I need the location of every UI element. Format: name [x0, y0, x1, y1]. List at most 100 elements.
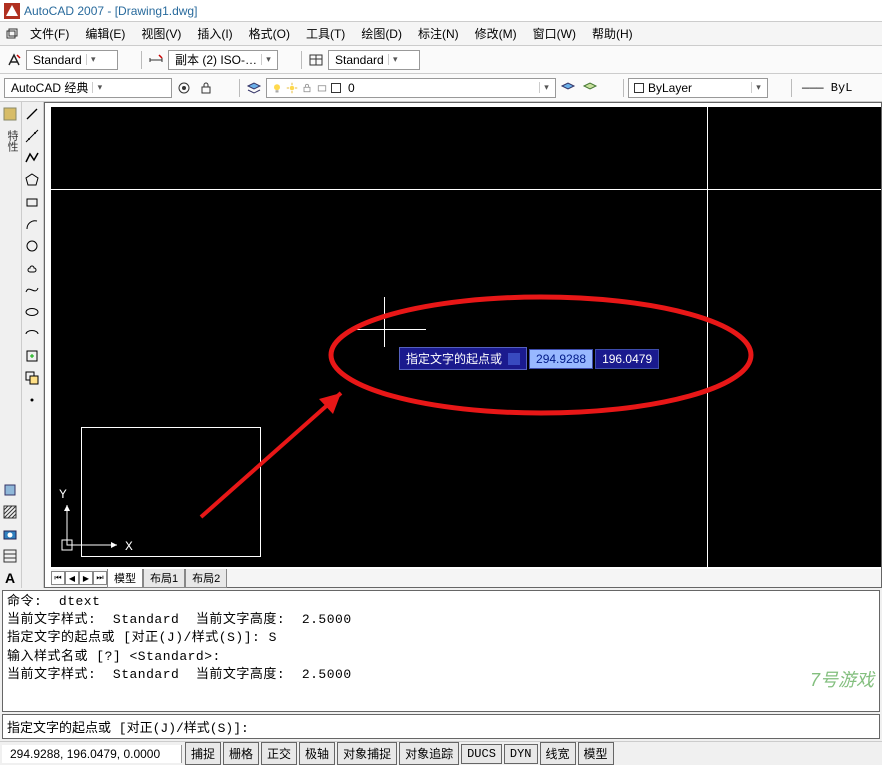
menu-edit[interactable]: 编辑(E)	[77, 22, 133, 45]
grid-toggle[interactable]: 栅格	[223, 742, 259, 765]
table-style-dropdown[interactable]: Standard ▾	[328, 50, 420, 70]
auto-hide-icon[interactable]	[0, 480, 20, 500]
menu-tools[interactable]: 工具(T)	[298, 22, 353, 45]
tab-layout1[interactable]: 布局1	[143, 569, 185, 588]
tab-nav: ⏮ ◀ ▶ ⏭	[51, 571, 107, 585]
command-input-text: 指定文字的起点或 [对正(J)/样式(S)]:	[7, 721, 249, 736]
tab-model[interactable]: 模型	[107, 569, 143, 588]
cmd-line: 当前文字样式: Standard 当前文字高度: 2.5000	[7, 611, 875, 629]
menu-dimension[interactable]: 标注(N)	[410, 22, 467, 45]
properties-icon[interactable]	[0, 546, 20, 566]
line-tool-icon[interactable]	[22, 104, 42, 124]
x-coord-input[interactable]: 294.9288	[529, 349, 593, 369]
ortho-toggle[interactable]: 正交	[261, 742, 297, 765]
table-style-icon[interactable]	[306, 50, 326, 70]
y-coord-input[interactable]: 196.0479	[595, 349, 659, 369]
table-style-value: Standard	[331, 53, 388, 67]
plot-icon	[316, 82, 328, 94]
tab-first-icon[interactable]: ⏮	[51, 571, 65, 585]
menu-insert[interactable]: 插入(I)	[189, 22, 240, 45]
tab-prev-icon[interactable]: ◀	[65, 571, 79, 585]
circle-tool-icon[interactable]	[22, 236, 42, 256]
hatch-icon[interactable]	[0, 502, 20, 522]
point-tool-icon[interactable]	[22, 390, 42, 410]
menu-file[interactable]: 文件(F)	[22, 22, 77, 45]
dim-style-dropdown[interactable]: 副本 (2) ISO-… ▾	[168, 50, 278, 70]
tab-last-icon[interactable]: ⏭	[93, 571, 107, 585]
workspace-settings-icon[interactable]	[174, 78, 194, 98]
construction-line-icon[interactable]	[22, 126, 42, 146]
cmd-line: 指定文字的起点或 [对正(J)/样式(S)]: S	[7, 629, 875, 647]
guide-v	[707, 107, 708, 567]
otrack-toggle[interactable]: 对象追踪	[399, 742, 459, 765]
dim-style-value: 副本 (2) ISO-…	[171, 51, 261, 68]
guide-h	[51, 189, 881, 190]
command-history[interactable]: 命令: dtext 当前文字样式: Standard 当前文字高度: 2.500…	[2, 590, 880, 712]
drawing-canvas[interactable]: Y X 指定文字的起点或 294.9288 196.0479	[51, 107, 881, 567]
prompt-menu-icon[interactable]	[508, 353, 520, 365]
color-dropdown[interactable]: ByLayer ▾	[628, 78, 768, 98]
layers-icon[interactable]	[244, 78, 264, 98]
layer-state-icon[interactable]	[580, 78, 600, 98]
ducs-toggle[interactable]: DUCS	[461, 744, 502, 764]
crosshair-v	[384, 297, 385, 347]
menu-format[interactable]: 格式(O)	[241, 22, 298, 45]
make-block-icon[interactable]	[22, 368, 42, 388]
canvas-area: Y X 指定文字的起点或 294.9288 196.0479	[44, 102, 882, 588]
palette-icon[interactable]	[0, 104, 20, 124]
rectangle-tool-icon[interactable]	[22, 192, 42, 212]
command-input[interactable]: 指定文字的起点或 [对正(J)/样式(S)]:	[2, 714, 880, 739]
layout-tab-bar: ⏮ ◀ ▶ ⏭ 模型 布局1 布局2	[51, 569, 881, 587]
model-toggle[interactable]: 模型	[578, 742, 614, 765]
polar-toggle[interactable]: 极轴	[299, 742, 335, 765]
snap-toggle[interactable]: 捕捉	[185, 742, 221, 765]
tab-layout2[interactable]: 布局2	[185, 569, 227, 588]
menu-window[interactable]: 窗口(W)	[525, 22, 584, 45]
crosshair-h	[351, 329, 426, 330]
bulb-icon	[271, 82, 283, 94]
menu-help[interactable]: 帮助(H)	[584, 22, 641, 45]
polygon-tool-icon[interactable]	[22, 170, 42, 190]
menu-modify[interactable]: 修改(M)	[467, 22, 525, 45]
layer-value: 0	[344, 81, 536, 95]
text-icon[interactable]: A	[0, 568, 20, 588]
ellipse-tool-icon[interactable]	[22, 302, 42, 322]
menu-view[interactable]: 视图(V)	[133, 22, 189, 45]
text-style-dropdown[interactable]: Standard ▾	[26, 50, 118, 70]
dyn-toggle[interactable]: DYN	[504, 744, 538, 764]
insert-block-icon[interactable]	[22, 346, 42, 366]
camera-icon[interactable]	[0, 524, 20, 544]
chevron-down-icon: ▾	[86, 54, 100, 65]
status-bar: 294.9288, 196.0479, 0.0000 捕捉 栅格 正交 极轴 对…	[0, 741, 882, 765]
menu-draw[interactable]: 绘图(D)	[353, 22, 410, 45]
sun-icon	[286, 82, 298, 94]
text-style-icon[interactable]	[4, 50, 24, 70]
workspace-dropdown[interactable]: AutoCAD 经典 ▾	[4, 78, 172, 98]
draw-toolbox	[22, 102, 44, 588]
ellipse-arc-icon[interactable]	[22, 324, 42, 344]
revision-cloud-icon[interactable]	[22, 258, 42, 278]
app-icon	[4, 3, 20, 19]
ucs-icon: Y X	[57, 487, 127, 557]
tab-next-icon[interactable]: ▶	[79, 571, 93, 585]
spline-tool-icon[interactable]	[22, 280, 42, 300]
chevron-down-icon: ▾	[751, 82, 765, 93]
toolbar-lock-icon[interactable]	[196, 78, 216, 98]
arc-tool-icon[interactable]	[22, 214, 42, 234]
polyline-tool-icon[interactable]	[22, 148, 42, 168]
linetype-preview: ——— ByL	[796, 81, 858, 95]
menu-bar: 文件(F) 编辑(E) 视图(V) 插入(I) 格式(O) 工具(T) 绘图(D…	[0, 22, 882, 46]
layer-dropdown[interactable]: 0 ▾	[266, 78, 556, 98]
cmd-line: 输入样式名或 [?] <Standard>:	[7, 648, 875, 666]
cmd-line	[7, 684, 875, 702]
toolbar-row-2: AutoCAD 经典 ▾ 0 ▾ ByLayer ▾ ——— ByL	[0, 74, 882, 102]
separator	[220, 79, 240, 97]
cmd-line: 命令: dtext	[7, 593, 875, 611]
restore-window-icon[interactable]	[4, 26, 20, 42]
chevron-down-icon: ▾	[92, 82, 106, 93]
lwt-toggle[interactable]: 线宽	[540, 742, 576, 765]
layer-prev-icon[interactable]	[558, 78, 578, 98]
dim-style-icon[interactable]	[146, 50, 166, 70]
color-value: ByLayer	[644, 81, 751, 95]
osnap-toggle[interactable]: 对象捕捉	[337, 742, 397, 765]
